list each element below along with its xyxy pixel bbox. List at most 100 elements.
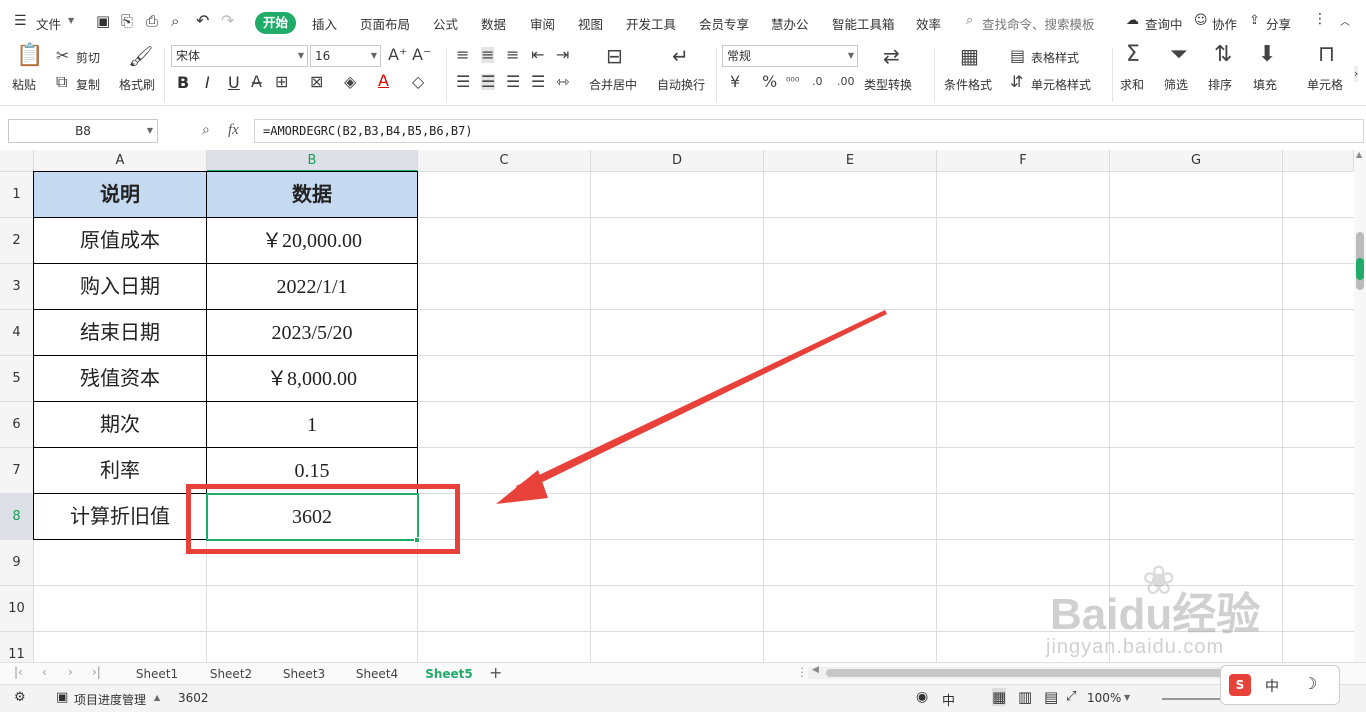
redo-icon[interactable]: ↷ [221,11,234,30]
table-cell-value[interactable]: 1 [207,402,418,448]
format-painter-icon[interactable]: 🖌 [128,46,153,66]
decrease-decimal-icon[interactable]: .00 [837,74,855,90]
more-icon[interactable]: ⋮ [1313,11,1327,27]
vertical-scrollbar[interactable]: ▲ [1354,150,1366,662]
table-cell-label[interactable]: 原值成本 [34,218,207,264]
column-header-e[interactable]: E [764,150,937,172]
sort-icon[interactable]: ⇅ [1214,44,1232,66]
chevron-down-icon[interactable]: ▼ [1124,693,1130,702]
hamburger-icon[interactable]: ☰ [14,13,27,29]
table-cell-label[interactable]: 计算折旧值 [34,494,207,540]
prev-sheet-icon[interactable]: ‹ [42,665,47,679]
tab-developer[interactable]: 开发工具 [626,14,676,33]
table-cell-label[interactable]: 购入日期 [34,264,207,310]
merge-center-button[interactable]: 合并居中 [589,76,637,93]
column-header-c[interactable]: C [418,150,591,172]
decrease-font-icon[interactable]: A⁻ [412,47,431,63]
fill-button[interactable]: 填充 [1253,76,1277,93]
project-icon[interactable]: ▣ [56,690,68,705]
zoom-formula-icon[interactable]: ⌕ [202,122,210,138]
table-cell-value[interactable]: 2023/5/20 [207,310,418,356]
scroll-thumb[interactable] [1356,232,1364,290]
page-layout-view-icon[interactable]: ▥ [1018,688,1032,706]
column-header-f[interactable]: F [937,150,1110,172]
paste-button[interactable]: 粘贴 [12,76,36,93]
align-left-icon[interactable]: ☰ [456,74,470,90]
tab-smart-office[interactable]: 慧办公 [771,14,809,33]
row-header-7[interactable]: 7 [0,448,34,494]
chevron-down-icon[interactable]: ▼ [68,16,74,25]
column-header-h[interactable] [1283,150,1354,172]
undo-icon[interactable]: ↶ [196,11,209,30]
sheet-tab-3[interactable]: Sheet3 [273,665,335,685]
sheet-tab-4[interactable]: Sheet4 [346,665,408,685]
type-convert-button[interactable]: 类型转换 [864,76,912,93]
chevron-up-icon[interactable]: ▲ [154,693,160,702]
cell-icon[interactable]: ⊓ [1318,44,1335,66]
command-search[interactable]: 查找命令、搜索模板 [982,14,1095,33]
horizontal-scroll-thumb[interactable] [826,669,1226,677]
clear-format-icon[interactable]: ◇ [412,74,424,90]
name-box[interactable]: B8 ▼ [8,119,158,143]
table-cell-value[interactable]: ￥20,000.00 [207,218,418,264]
thousands-icon[interactable]: ⁰⁰⁰ [786,74,799,90]
filter-icon[interactable]: ⏷ [1170,44,1188,66]
table-cell-label[interactable]: 结束日期 [34,310,207,356]
italic-button[interactable]: I [205,73,210,92]
row-header-10[interactable]: 10 [0,586,34,632]
collapse-ribbon-icon[interactable]: ︿ [1340,13,1350,28]
indent-decrease-icon[interactable]: ⇤ [531,47,544,63]
fill-icon[interactable]: ⬇ [1258,44,1276,66]
cloud-icon[interactable]: ☁ [1126,13,1139,28]
fill-color-icon[interactable]: ◈ [344,74,356,90]
scissors-icon[interactable]: ✂ [56,48,69,64]
align-center-icon[interactable]: ☰ [481,74,496,90]
justify-icon[interactable]: ☰ [531,74,545,90]
macro-name[interactable]: 项目进度管理 [74,691,146,708]
tab-page-layout[interactable]: 页面布局 [360,14,410,33]
currency-icon[interactable]: ¥ [730,74,740,90]
tab-review[interactable]: 审阅 [530,14,555,33]
column-header-d[interactable]: D [591,150,764,172]
format-painter-button[interactable]: 格式刷 [119,76,155,93]
cell-shading-icon[interactable]: ⊠ [310,74,323,90]
zoom-level[interactable]: 100% [1087,691,1121,705]
file-menu[interactable]: 文件 [36,14,61,33]
cell-style-icon[interactable]: ⇵ [1010,74,1023,90]
row-header-5[interactable]: 5 [0,356,34,402]
eye-protection-icon[interactable]: ◉ [916,689,928,705]
copy-button[interactable]: 复制 [76,76,100,93]
add-sheet-icon[interactable]: + [489,663,502,682]
cell-style-button[interactable]: 单元格样式 [1031,76,1091,93]
column-header-a[interactable]: A [34,150,207,172]
table-style-icon[interactable]: ▤ [1010,48,1025,64]
cut-button[interactable]: 剪切 [76,49,100,66]
search-icon[interactable]: ⌕ [966,13,973,28]
sum-button[interactable]: 求和 [1120,76,1144,93]
row-header-4[interactable]: 4 [0,310,34,356]
type-convert-icon[interactable]: ⇄ [883,46,900,66]
number-format-select[interactable]: 常规 ▼ [722,45,858,67]
tab-formulas[interactable]: 公式 [433,14,458,33]
sogou-icon[interactable]: S [1229,674,1251,696]
query-status[interactable]: 查询中 [1145,14,1183,33]
copy-icon[interactable]: ⧉ [56,74,67,90]
merge-center-icon[interactable]: ⊟ [606,46,623,66]
normal-view-icon[interactable]: ▦ [992,688,1007,706]
formula-input[interactable]: =AMORDEGRC(B2,B3,B4,B5,B6,B7) [254,119,1364,143]
ime-chinese-mode[interactable]: 中 [1265,676,1279,696]
tab-member[interactable]: 会员专享 [699,14,749,33]
wrap-text-icon[interactable]: ↵ [672,46,689,66]
font-size-select[interactable]: 16 ▼ [310,45,381,67]
underline-button[interactable]: U [228,73,240,92]
print-icon[interactable]: ⎙ [146,12,158,30]
font-color-icon[interactable]: A [378,73,389,89]
indent-increase-icon[interactable]: ⇥ [556,47,569,63]
input-method-status[interactable]: 中 [942,690,955,709]
distribute-icon[interactable]: ⇿ [556,74,569,90]
tab-start[interactable]: 开始 [255,12,296,34]
increase-decimal-icon[interactable]: .0 [812,74,823,90]
export-pdf-icon[interactable]: ⎘ [121,12,133,30]
tab-data[interactable]: 数据 [481,14,506,33]
strikethrough-icon[interactable]: A̶ [251,74,262,90]
